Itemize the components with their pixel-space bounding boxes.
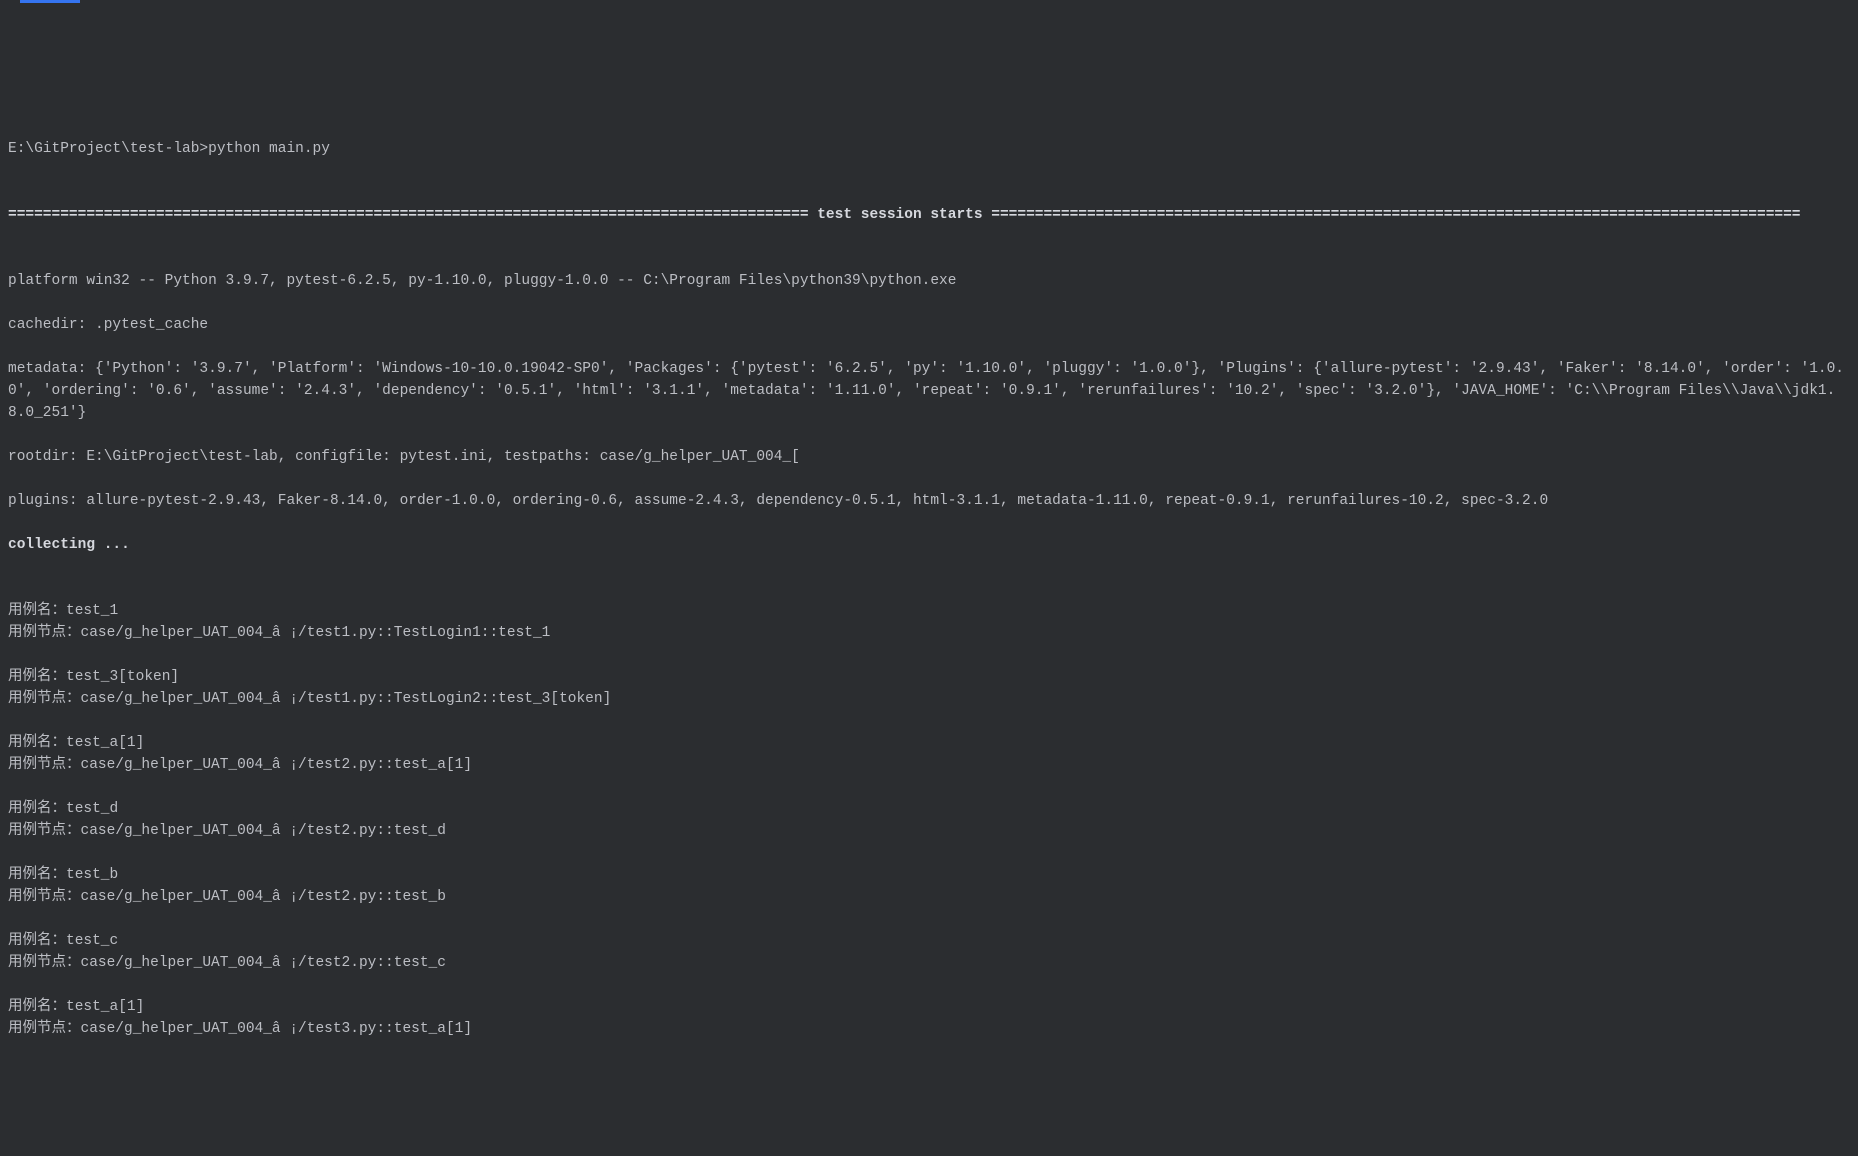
case-node-value: case/g_helper_UAT_004_â ¡/test2.py::test…: [81, 757, 473, 773]
test-cases-block: 用例名：test_1用例节点：case/g_helper_UAT_004_â ¡…: [8, 600, 1850, 1040]
case-node-value: case/g_helper_UAT_004_â ¡/test3.py::test…: [81, 1021, 473, 1037]
case-node-line: 用例节点：case/g_helper_UAT_004_â ¡/test2.py:…: [8, 820, 1850, 842]
blank-line: [8, 710, 1850, 732]
case-node-line: 用例节点：case/g_helper_UAT_004_â ¡/test2.py:…: [8, 886, 1850, 908]
blank-line: [8, 644, 1850, 666]
case-name-line: 用例名：test_3[token]: [8, 666, 1850, 688]
case-node-line: 用例节点：case/g_helper_UAT_004_â ¡/test2.py:…: [8, 952, 1850, 974]
blank-line: [8, 974, 1850, 996]
case-node-value: case/g_helper_UAT_004_â ¡/test2.py::test…: [81, 955, 446, 971]
platform-line: platform win32 -- Python 3.9.7, pytest-6…: [8, 270, 1850, 292]
case-node-label: 用例节点：: [8, 1021, 81, 1037]
case-node-value: case/g_helper_UAT_004_â ¡/test2.py::test…: [81, 823, 446, 839]
case-name-line: 用例名：test_d: [8, 798, 1850, 820]
active-tab-indicator: [20, 0, 80, 3]
blank-line: [8, 776, 1850, 798]
case-name-value: test_3[token]: [66, 669, 179, 685]
case-node-line: 用例节点：case/g_helper_UAT_004_â ¡/test2.py:…: [8, 754, 1850, 776]
case-node-label: 用例节点：: [8, 625, 81, 641]
case-name-label: 用例名：: [8, 933, 66, 949]
blank-line: [8, 908, 1850, 930]
rootdir-line: rootdir: E:\GitProject\test-lab, configf…: [8, 446, 1850, 468]
case-name-value: test_c: [66, 933, 118, 949]
case-node-line: 用例节点：case/g_helper_UAT_004_â ¡/test1.py:…: [8, 688, 1850, 710]
case-node-label: 用例节点：: [8, 889, 81, 905]
case-name-label: 用例名：: [8, 801, 66, 817]
cachedir-line: cachedir: .pytest_cache: [8, 314, 1850, 336]
case-node-label: 用例节点：: [8, 757, 81, 773]
blank-line: [8, 842, 1850, 864]
case-node-value: case/g_helper_UAT_004_â ¡/test1.py::Test…: [81, 625, 551, 641]
case-node-line: 用例节点：case/g_helper_UAT_004_â ¡/test3.py:…: [8, 1018, 1850, 1040]
case-name-label: 用例名：: [8, 867, 66, 883]
case-name-value: test_a[1]: [66, 999, 144, 1015]
case-name-line: 用例名：test_b: [8, 864, 1850, 886]
case-name-value: test_b: [66, 867, 118, 883]
banner-right: ========================================…: [983, 207, 1801, 223]
banner-title: test session starts: [817, 207, 982, 223]
command-prompt-line: E:\GitProject\test-lab>python main.py: [8, 138, 1850, 160]
case-node-label: 用例节点：: [8, 691, 81, 707]
case-name-label: 用例名：: [8, 999, 66, 1015]
case-name-label: 用例名：: [8, 603, 66, 619]
collecting-line: collecting ...: [8, 534, 1850, 556]
plugins-line: plugins: allure-pytest-2.9.43, Faker-8.1…: [8, 490, 1850, 512]
session-banner: ========================================…: [8, 204, 1850, 226]
case-name-value: test_1: [66, 603, 118, 619]
banner-left: ========================================…: [8, 207, 817, 223]
case-name-label: 用例名：: [8, 669, 66, 685]
case-name-value: test_d: [66, 801, 118, 817]
case-name-line: 用例名：test_1: [8, 600, 1850, 622]
case-name-line: 用例名：test_a[1]: [8, 996, 1850, 1018]
case-node-value: case/g_helper_UAT_004_â ¡/test1.py::Test…: [81, 691, 612, 707]
case-node-line: 用例节点：case/g_helper_UAT_004_â ¡/test1.py:…: [8, 622, 1850, 644]
case-node-label: 用例节点：: [8, 955, 81, 971]
metadata-line: metadata: {'Python': '3.9.7', 'Platform'…: [8, 358, 1850, 424]
case-name-line: 用例名：test_a[1]: [8, 732, 1850, 754]
case-name-label: 用例名：: [8, 735, 66, 751]
case-node-label: 用例节点：: [8, 823, 81, 839]
case-node-value: case/g_helper_UAT_004_â ¡/test2.py::test…: [81, 889, 446, 905]
case-name-line: 用例名：test_c: [8, 930, 1850, 952]
case-name-value: test_a[1]: [66, 735, 144, 751]
